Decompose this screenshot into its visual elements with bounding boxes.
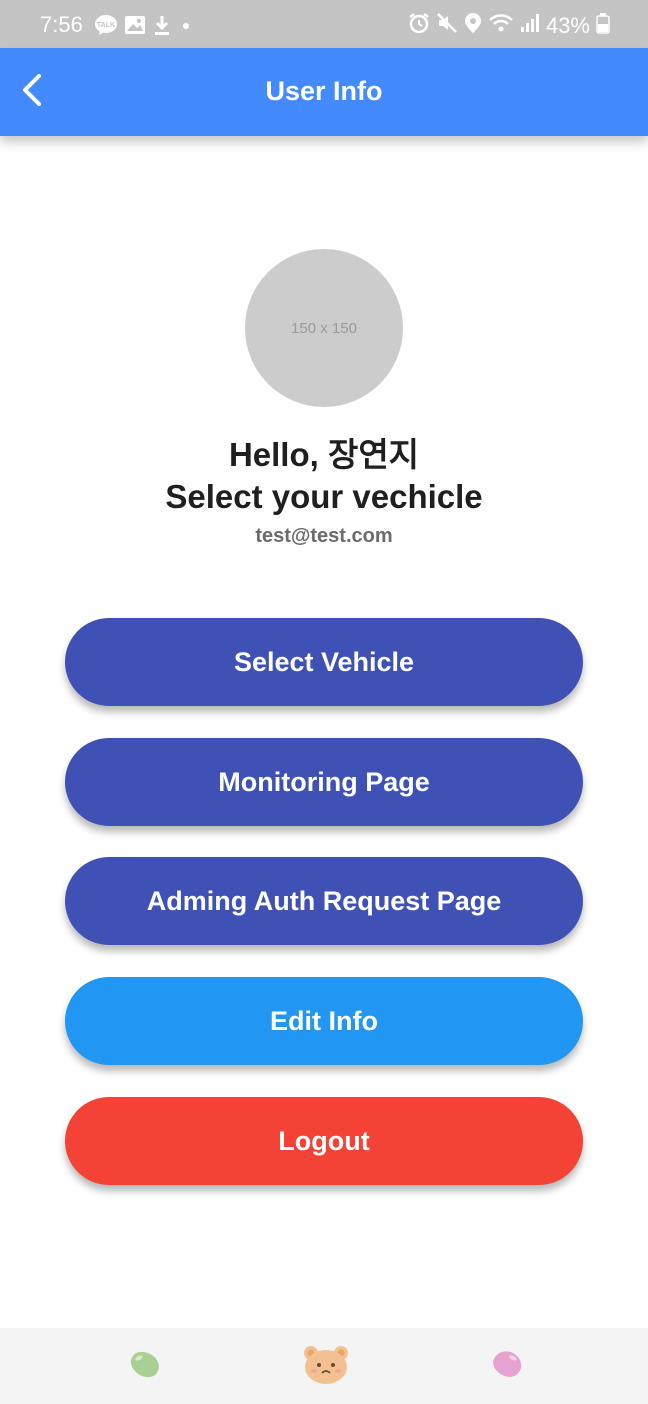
wifi-icon — [488, 12, 514, 39]
subtitle-text: Select your vechicle — [165, 478, 483, 515]
alarm-icon — [408, 12, 430, 39]
page-title: User Info — [265, 76, 383, 106]
download-icon — [152, 14, 172, 41]
status-system-icons: 43% — [408, 12, 610, 39]
gallery-icon — [124, 15, 146, 40]
battery-percent: 43% — [545, 12, 590, 38]
battery-icon — [596, 12, 610, 39]
avatar: 150 x 150 — [245, 249, 403, 407]
select-vehicle-button[interactable]: Select Vehicle — [65, 618, 583, 706]
status-time: 7:56 — [40, 12, 83, 37]
nav-item-bear[interactable] — [296, 1340, 356, 1392]
mute-icon — [436, 12, 458, 39]
avatar-placeholder-text: 150 x 150 — [291, 319, 357, 337]
signal-icon — [520, 12, 540, 39]
admin-auth-request-button[interactable]: Adming Auth Request Page — [65, 857, 583, 945]
bear-face-icon — [301, 1343, 351, 1390]
monitoring-page-label: Monitoring Page — [218, 766, 430, 797]
monitoring-page-button[interactable]: Monitoring Page — [65, 738, 583, 826]
svg-text:TALK: TALK — [97, 22, 115, 29]
bottom-navigation — [0, 1328, 648, 1404]
app-bar: User Info — [0, 48, 648, 136]
email-text: test@test.com — [255, 525, 393, 547]
nav-item-green-jellybean[interactable] — [115, 1340, 175, 1392]
status-notification-icons: TALK — [94, 14, 194, 41]
admin-auth-request-label: Adming Auth Request Page — [146, 885, 502, 916]
pink-jellybean-icon — [489, 1348, 525, 1385]
greeting-text: Hello, 장연지 — [228, 436, 420, 473]
green-jellybean-icon — [127, 1348, 163, 1385]
kakaotalk-icon: TALK — [94, 14, 118, 41]
edit-info-label: Edit Info — [270, 1005, 378, 1036]
logout-button[interactable]: Logout — [65, 1097, 583, 1185]
select-vehicle-label: Select Vehicle — [233, 646, 415, 677]
dot-icon — [178, 15, 194, 40]
nav-item-pink-jellybean[interactable] — [477, 1340, 537, 1392]
logout-label: Logout — [278, 1125, 370, 1156]
edit-info-button[interactable]: Edit Info — [65, 977, 583, 1065]
location-icon — [464, 12, 482, 39]
status-bar: 7:56 TALK 43% — [0, 0, 648, 48]
